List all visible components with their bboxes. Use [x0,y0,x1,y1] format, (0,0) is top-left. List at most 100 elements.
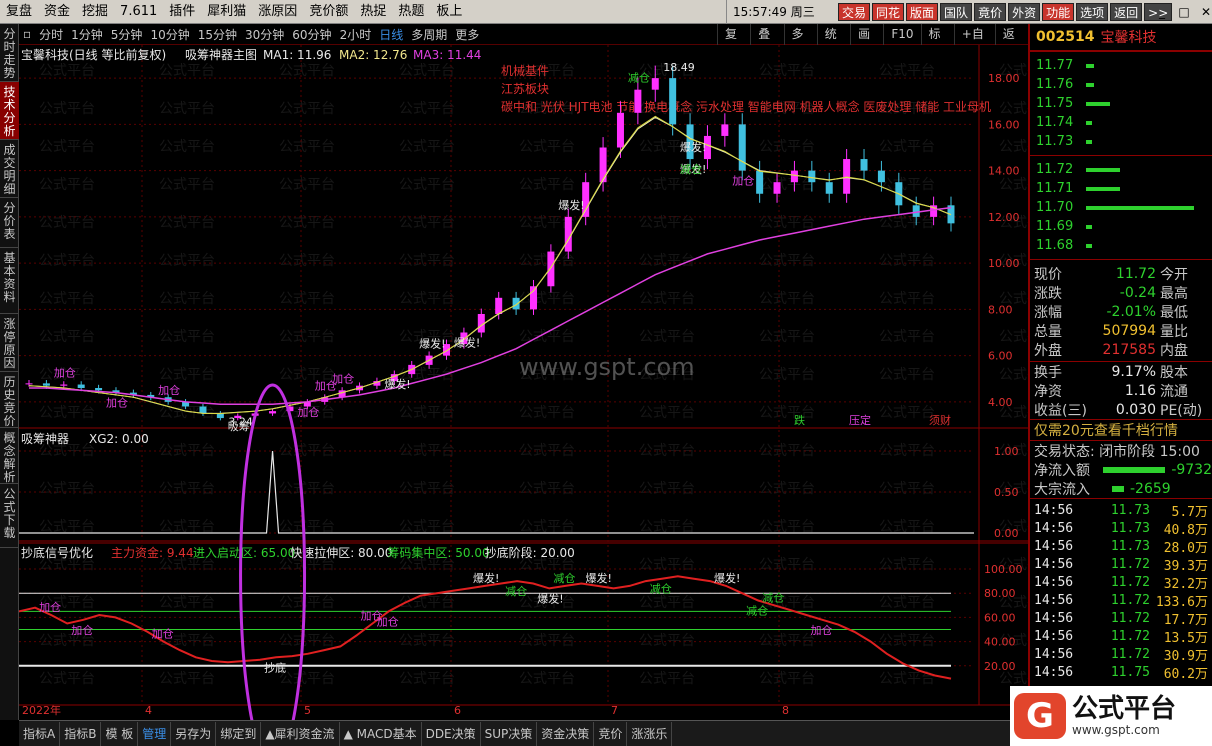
stat-label-2: PE(动) [1160,402,1203,419]
menu-item[interactable]: 7.611 [114,0,163,24]
chart-tool-button[interactable]: 统计 [816,24,850,62]
left-tab[interactable]: 涨停原因 [0,314,19,372]
toolbar-button[interactable]: 竟价 [974,3,1007,21]
chart-tool-button[interactable]: 多股 [783,24,817,62]
menu-item[interactable]: 热捉 [354,0,392,24]
indicator-tab[interactable]: 另存为 [171,721,217,746]
toolbar-button[interactable]: 同花 [872,3,905,21]
period-tab[interactable]: 30分钟 [241,26,288,43]
menu-item[interactable]: 板上 [430,0,468,24]
toolbar-button[interactable]: 版面 [906,3,939,21]
candle-body [860,159,868,171]
indicator-tab[interactable]: 指标B [60,721,102,746]
watermark-text: 公式平台 [759,329,815,345]
period-tab[interactable]: 15分钟 [194,26,241,43]
period-tab[interactable]: 更多 [451,26,483,43]
menu-item[interactable]: 热题 [392,0,430,24]
indicator-tab[interactable]: 管理 [138,721,172,746]
menu-item[interactable]: 资金 [38,0,76,24]
tick-price: 11.72 [1110,646,1150,662]
chart-tool-button[interactable]: F10 [883,24,920,45]
left-tab[interactable]: 成交明细 [0,140,19,198]
bid-row: 11.70 [1030,198,1212,217]
indicator-tab[interactable]: ▲犀利资金流 [261,721,340,746]
quote-stats-2: 换手 9.17% 股本 净资 1.16 流通 收益(三) 0.030 PE(动) [1030,361,1212,419]
menu-item[interactable]: 挖掘 [76,0,114,24]
watermark-text: 公式平台 [279,253,335,269]
sub2-y-tick: 20.00 [984,660,1016,673]
toolbar-button[interactable]: 功能 [1042,3,1075,21]
kline-chart[interactable]: 公式平台公式平台公式平台公式平台公式平台公式平台公式平台公式平台公式平台公式平台… [19,45,1028,720]
period-tab[interactable]: 2小时 [336,26,376,43]
left-tab[interactable]: 概念解析 [0,428,19,484]
watermark-text: 公式平台 [159,101,215,117]
indicator-tab[interactable]: 绑定到 [216,721,262,746]
sub2-title[interactable]: 抄底信号优化 [21,545,93,560]
stat-label-2: 最低 [1160,304,1188,321]
watermark-text: 公式平台 [159,63,215,79]
chart-tool-button[interactable]: +自选 [953,24,995,62]
menu-item[interactable]: 犀利猫 [201,0,252,24]
period-tab[interactable]: 多周期 [407,26,451,43]
watermark-text: 公式平台 [759,671,815,687]
toolbar-button[interactable]: 选项 [1076,3,1109,21]
indicator-tab[interactable]: DDE决策 [422,721,481,746]
bid-price: 11.72 [1036,162,1074,177]
watermark-logo: G 公式平台 www.gspt.com [1010,686,1212,746]
indicator-tab[interactable]: 涨涨乐 [627,721,673,746]
candle-body [790,170,798,183]
toolbar-button[interactable]: 返回 [1110,3,1143,21]
period-tab[interactable]: 5分钟 [107,26,147,43]
sub2-y-tick: 60.00 [984,611,1016,624]
indicator-tab[interactable]: 资金决策 [537,721,595,746]
menu-item[interactable]: 涨原因 [252,0,303,24]
minimize-icon[interactable]: _ [1152,3,1172,21]
x-tick-label: 7 [611,704,618,717]
indicator-name[interactable]: 吸筹神器主图 [185,48,257,62]
fullscreen-icon[interactable]: ▫ [19,27,35,41]
indicator-tab[interactable]: 模 板 [101,721,139,746]
tick-price: 11.72 [1110,574,1150,590]
chart-tool-button[interactable]: 复权 [717,24,750,62]
ask-row: 11.74 [1030,113,1212,132]
chart-tool-button[interactable]: 叠加 [750,24,783,62]
watermark-text: 公式平台 [279,633,335,649]
left-tab[interactable]: 历史竞价 [0,372,19,428]
period-tab[interactable]: 日线 [375,26,407,43]
menu-item[interactable]: 复盘 [0,0,38,24]
watermark-text: 公式平台 [999,671,1028,687]
period-tab[interactable]: 60分钟 [288,26,335,43]
period-tab[interactable]: 分时 [35,26,67,43]
restore-icon[interactable]: □ [1174,3,1194,21]
tick-time: 14:56 [1034,628,1074,644]
chart-tool-button[interactable]: 标记 [920,24,954,62]
left-tab[interactable]: 分价表 [0,198,19,248]
menu-item[interactable]: 插件 [163,0,201,24]
menu-item[interactable]: 竞价额 [303,0,354,24]
bid-row: 11.71 [1030,179,1212,198]
chart-tool-button[interactable]: 返回 [994,24,1028,62]
period-tab[interactable]: 10分钟 [146,26,193,43]
toolbar-button[interactable]: 外资 [1008,3,1041,21]
toolbar-button[interactable]: 交易 [838,3,871,21]
toolbar-button[interactable]: 国队 [940,3,973,21]
left-tab[interactable]: 分时走势 [0,24,19,82]
chart-tool-button[interactable]: 画线 [850,24,883,62]
indicator-tab[interactable]: 指标A [19,721,61,746]
left-tab[interactable]: 公式下载 [0,484,19,548]
sub1-title[interactable]: 吸筹神器 [21,432,69,446]
sub2-signal-label: 减仓 [505,584,527,598]
left-tab[interactable]: 基本资料 [0,248,19,314]
watermark-text: 公式平台 [639,557,695,573]
signal-marker: 爆发! [454,336,480,350]
candle-body [877,170,885,183]
left-tab[interactable]: 技术分析 [0,82,19,140]
close-icon[interactable]: ✕ [1196,3,1212,21]
period-bar: ▫ 分时1分钟5分钟10分钟15分钟30分钟60分钟2小时日线多周期更多 复权叠… [19,24,1028,62]
indicator-tab[interactable]: 竞价 [594,721,628,746]
watermark-text: 公式平台 [519,177,575,193]
promo-banner[interactable]: 仅需20元查看千档行情 [1030,419,1212,441]
indicator-tab[interactable]: SUP决策 [481,721,538,746]
period-tab[interactable]: 1分钟 [67,26,107,43]
indicator-tab[interactable]: ▲ MACD基本 [340,721,422,746]
